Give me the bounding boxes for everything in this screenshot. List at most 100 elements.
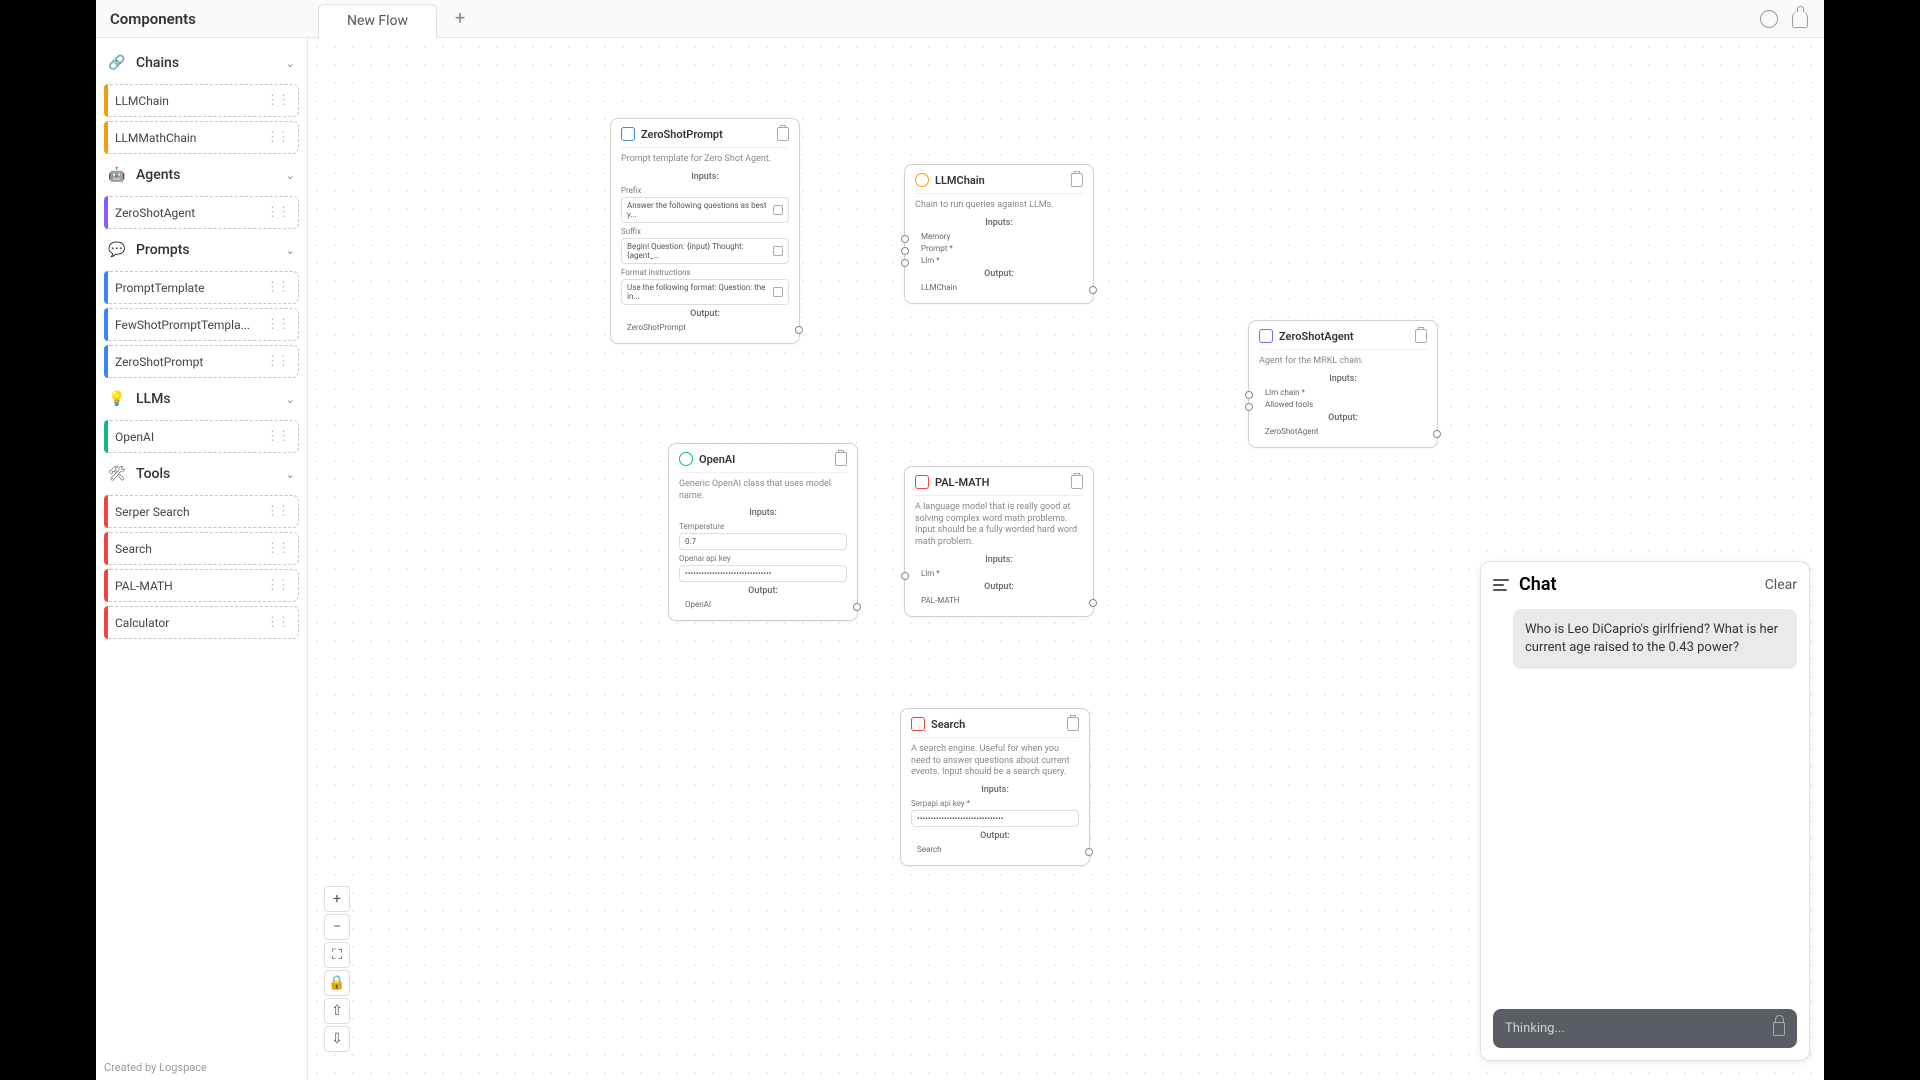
node-title: OpenAI — [699, 453, 735, 466]
fit-view-button[interactable]: ⛶ — [324, 942, 350, 968]
grip-icon: ⋮⋮ — [266, 93, 288, 108]
input-port[interactable]: Memory — [915, 232, 1083, 241]
grip-icon: ⋮⋮ — [266, 504, 288, 519]
delete-icon[interactable] — [777, 127, 789, 141]
sidebar-item-zeroshotagent[interactable]: ZeroShotAgent⋮⋮ — [104, 196, 299, 229]
node-desc: A search engine. Useful for when you nee… — [911, 744, 1079, 779]
expand-icon[interactable] — [773, 205, 783, 215]
delete-icon[interactable] — [835, 452, 847, 466]
grip-icon: ⋮⋮ — [266, 578, 288, 593]
llm-icon — [679, 452, 693, 466]
node-palmath[interactable]: PAL-MATH A language model that is really… — [904, 466, 1094, 617]
sidebar-item-search[interactable]: Search⋮⋮ — [104, 532, 299, 565]
chevron-down-icon: ⌄ — [286, 468, 295, 481]
delete-icon[interactable] — [1071, 475, 1083, 489]
category-tools[interactable]: 🛠Tools⌄ — [104, 457, 299, 491]
inputs-label: Inputs: — [915, 218, 1083, 228]
category-label: Agents — [136, 167, 180, 183]
chevron-down-icon: ⌄ — [286, 57, 295, 70]
category-llms[interactable]: 💡LLMs⌄ — [104, 382, 299, 416]
input-port[interactable]: Allowed tools — [1259, 400, 1427, 409]
sidebar-item-calculator[interactable]: Calculator⋮⋮ — [104, 606, 299, 639]
inputs-label: Inputs: — [621, 172, 789, 182]
node-desc: A language model that is really good at … — [915, 502, 1083, 549]
field-input[interactable]: Use the following format: Question: the … — [621, 279, 789, 305]
node-openai[interactable]: OpenAI Generic OpenAI class that uses mo… — [668, 443, 858, 621]
output-port[interactable]: PAL-MATH — [915, 596, 1083, 605]
chat-input[interactable]: Thinking... — [1493, 1009, 1797, 1048]
output-port[interactable]: ZeroShotPrompt — [621, 323, 789, 332]
bell-icon[interactable] — [1792, 10, 1808, 28]
input-port[interactable]: Prompt * — [915, 244, 1083, 253]
category-agents[interactable]: 🤖Agents⌄ — [104, 158, 299, 192]
expand-icon[interactable] — [773, 287, 783, 297]
chevron-down-icon: ⌄ — [286, 244, 295, 257]
canvas[interactable]: ZeroShotPrompt Prompt template for Zero … — [308, 38, 1824, 1080]
sidebar-item-llmchain[interactable]: LLMChain⋮⋮ — [104, 84, 299, 117]
output-port[interactable]: ZeroShotAgent — [1259, 427, 1427, 436]
field-input[interactable]: •••••••••••••••••••••••••••••••• — [679, 565, 847, 582]
input-port[interactable]: Llm * — [915, 256, 1083, 265]
node-zeroshotagent[interactable]: ZeroShotAgent Agent for the MRKL chain. … — [1248, 320, 1438, 448]
field-label: Prefix — [621, 186, 789, 195]
node-title: ZeroShotPrompt — [641, 128, 723, 141]
input-port[interactable]: Llm chain * — [1259, 388, 1427, 397]
sidebar-item-serpersearch[interactable]: Serper Search ⋮⋮ — [104, 495, 299, 528]
node-zeroshotprompt[interactable]: ZeroShotPrompt Prompt template for Zero … — [610, 118, 800, 344]
node-title: Search — [931, 718, 965, 731]
zoom-out-button[interactable]: − — [324, 914, 350, 940]
sidebar: 🔗Chains⌄ LLMChain⋮⋮ LLMMathChain⋮⋮ 🤖Agents⌄… — [96, 38, 308, 1080]
grip-icon: ⋮⋮ — [266, 317, 288, 332]
menu-icon[interactable] — [1493, 579, 1509, 591]
category-chains[interactable]: 🔗Chains⌄ — [104, 46, 299, 80]
output-port[interactable]: LLMChain — [915, 283, 1083, 292]
chat-message: Who is Leo DiCaprio's girlfriend? What i… — [1513, 609, 1797, 669]
field-label: Format instructions — [621, 268, 789, 277]
field-input[interactable]: •••••••••••••••••••••••••••••••• — [911, 810, 1079, 827]
node-title: PAL-MATH — [935, 476, 989, 489]
field-input[interactable]: 0.7 — [679, 533, 847, 550]
output-label: Output: — [915, 269, 1083, 279]
field-input[interactable]: Begin! Question: {input} Thought:{agent_… — [621, 238, 789, 264]
output-port[interactable]: OpenAI — [679, 600, 847, 609]
item-label: Serper Search — [115, 505, 190, 519]
delete-icon[interactable] — [1067, 717, 1079, 731]
header-actions — [1760, 10, 1824, 28]
theme-icon[interactable] — [1760, 10, 1778, 28]
llms-icon: 💡 — [108, 390, 126, 408]
sidebar-item-llmmathchain[interactable]: LLMMathChain⋮⋮ — [104, 121, 299, 154]
download-button[interactable]: ⇩ — [324, 1026, 350, 1052]
field-input[interactable]: Answer the following questions as best y… — [621, 197, 789, 223]
item-label: ZeroShotAgent — [115, 206, 195, 220]
agent-icon — [1259, 329, 1273, 343]
expand-icon[interactable] — [773, 246, 783, 256]
field-label: Openai api key — [679, 554, 847, 563]
sidebar-item-zeroshotprompt[interactable]: ZeroShotPrompt⋮⋮ — [104, 345, 299, 378]
upload-button[interactable]: ⇧ — [324, 998, 350, 1024]
category-label: LLMs — [136, 391, 171, 407]
node-llmchain[interactable]: LLMChain Chain to run queries against LL… — [904, 164, 1094, 304]
output-port[interactable]: Search — [911, 845, 1079, 854]
field-label: Suffix — [621, 227, 789, 236]
sidebar-item-prompttemplate[interactable]: PromptTemplate⋮⋮ — [104, 271, 299, 304]
field-label: Serpapi api key * — [911, 799, 1079, 808]
delete-icon[interactable] — [1415, 329, 1427, 343]
lock-button[interactable]: 🔒 — [324, 970, 350, 996]
sidebar-item-openai[interactable]: OpenAI⋮⋮ — [104, 420, 299, 453]
category-prompts[interactable]: 💬Prompts⌄ — [104, 233, 299, 267]
node-search[interactable]: Search A search engine. Useful for when … — [900, 708, 1090, 866]
delete-icon[interactable] — [1071, 173, 1083, 187]
input-port[interactable]: Llm * — [915, 569, 1083, 578]
tab-new-flow[interactable]: New Flow — [318, 4, 437, 38]
clear-button[interactable]: Clear — [1765, 577, 1797, 593]
output-label: Output: — [915, 582, 1083, 592]
add-tab-button[interactable]: + — [443, 2, 477, 36]
canvas-controls: + − ⛶ 🔒 ⇧ ⇩ — [324, 886, 350, 1052]
tool-icon — [911, 717, 925, 731]
sidebar-item-fewshotprompttempla[interactable]: FewShotPromptTempla...⋮⋮ — [104, 308, 299, 341]
sidebar-item-palmath[interactable]: PAL-MATH⋮⋮ — [104, 569, 299, 602]
category-label: Prompts — [136, 242, 190, 258]
category-label: Tools — [136, 466, 170, 482]
zoom-in-button[interactable]: + — [324, 886, 350, 912]
lock-icon — [1773, 1022, 1785, 1036]
